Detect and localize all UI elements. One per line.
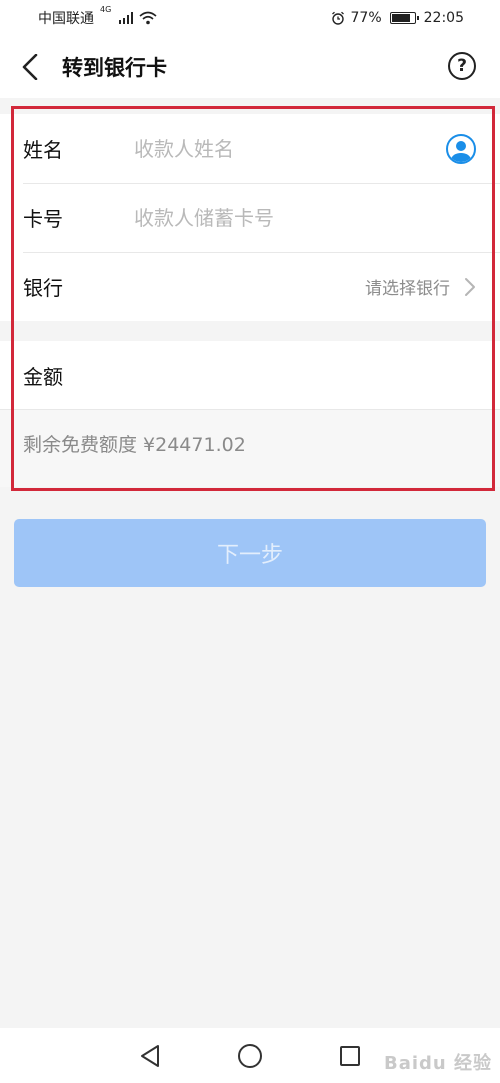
system-nav-bar: Baidu 经验: [0, 1028, 500, 1083]
page-title: 转到银行卡: [62, 56, 167, 80]
circle-home-icon: [238, 1043, 262, 1068]
status-right: 77% 22:05: [331, 10, 464, 26]
next-step-button[interactable]: 下一步: [14, 519, 486, 587]
remaining-quota: 剩余免费额度 ¥24471.02: [0, 409, 500, 477]
battery-icon: [389, 12, 419, 24]
nav-recents-button[interactable]: [330, 1036, 370, 1076]
triangle-back-icon: [141, 1044, 159, 1067]
chevron-left-icon: [22, 54, 38, 80]
amount-label: 金额: [23, 364, 63, 389]
amount-input[interactable]: [134, 363, 476, 387]
card-number-input[interactable]: [134, 205, 476, 230]
help-icon: ?: [457, 56, 467, 76]
name-input[interactable]: [134, 136, 446, 161]
nav-home-button[interactable]: [230, 1036, 270, 1076]
signal-icon: [119, 12, 134, 24]
name-label: 姓名: [23, 138, 63, 162]
network-type: 4G: [100, 5, 112, 14]
help-button[interactable]: ?: [448, 52, 476, 80]
bank-select[interactable]: 银行 请选择银行: [0, 252, 500, 321]
card-label: 卡号: [23, 207, 63, 231]
carrier-name: 中国联通: [38, 11, 94, 27]
section-divider: [0, 321, 500, 341]
header: 转到银行卡 ?: [0, 36, 500, 98]
contact-icon[interactable]: [446, 133, 476, 164]
card-row: 卡号: [0, 183, 500, 252]
transfer-form: 姓名 卡号 银行 请选择银行 金额 剩余免费额度 ¥24471.02: [0, 114, 500, 487]
bank-placeholder: 请选择银行: [365, 279, 450, 299]
square-recents-icon: [340, 1045, 360, 1066]
amount-row[interactable]: 金额: [0, 341, 500, 409]
battery-percent: 77%: [350, 10, 382, 26]
status-left: 中国联通 4G: [38, 5, 157, 28]
nav-back-button[interactable]: [130, 1036, 170, 1076]
wifi-icon: [139, 11, 157, 25]
bank-label: 银行: [23, 276, 63, 300]
status-time: 22:05: [423, 10, 464, 26]
baidu-watermark: Baidu 经验: [383, 1053, 492, 1074]
name-row: 姓名: [0, 114, 500, 183]
alarm-icon: [331, 11, 344, 25]
form-bottom: [0, 477, 500, 487]
chevron-right-icon: [465, 277, 475, 296]
back-button[interactable]: [0, 36, 60, 98]
status-bar: 中国联通 4G 77% 22:05: [0, 0, 500, 36]
